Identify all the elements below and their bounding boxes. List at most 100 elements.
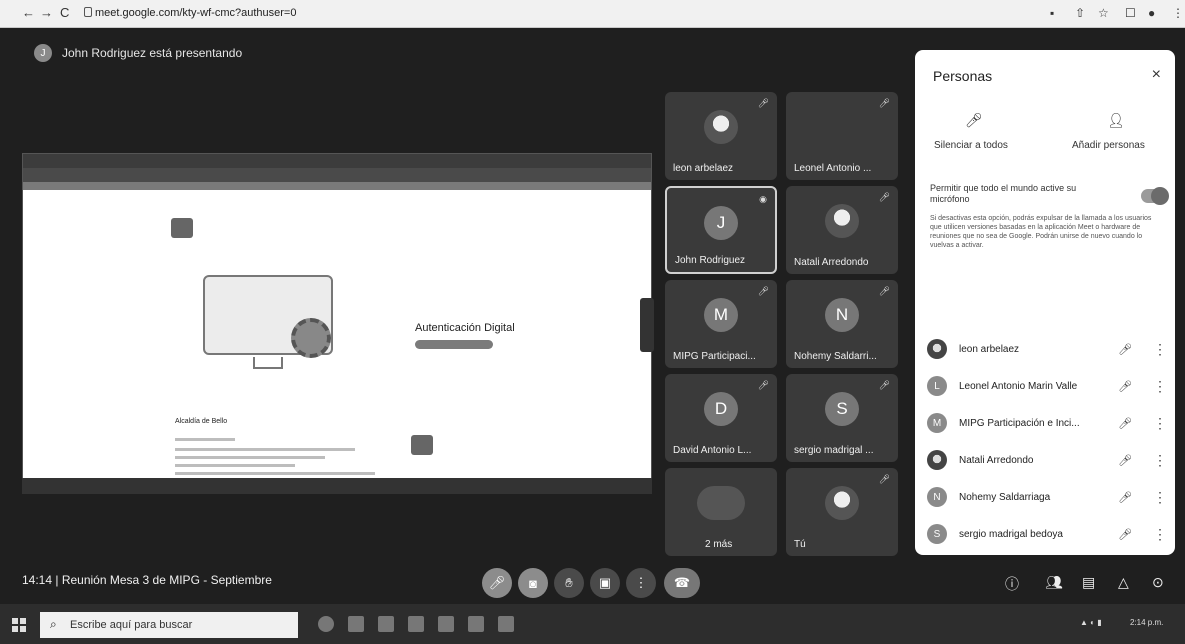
mic-off-icon[interactable]: 🎤︎ xyxy=(1117,380,1133,393)
forward-icon[interactable]: → xyxy=(40,5,53,20)
shared-side-toolbar xyxy=(640,298,654,352)
list-item[interactable]: N Nohemy Saldarriaga 🎤︎ ⋮ xyxy=(927,481,1167,513)
add-person-icon[interactable]: 👤︎ xyxy=(1107,112,1125,129)
tile-name: Tú xyxy=(794,539,806,550)
mic-off-icon[interactable]: 🎤︎ xyxy=(1117,528,1133,541)
mic-off-icon: 🎤︎ xyxy=(878,474,890,484)
participant-tile[interactable]: 🎤︎ Leonel Antonio ... xyxy=(786,92,898,180)
more-icon[interactable]: ⋮ xyxy=(1153,378,1167,395)
more-participants-tile[interactable]: 2 más xyxy=(665,468,777,556)
participant-tile[interactable]: 🎤︎ leon arbelaez xyxy=(665,92,777,180)
taskbar-search[interactable]: ⌕ Escribe aquí para buscar xyxy=(40,612,298,638)
list-item[interactable]: L Leonel Antonio Marin Valle 🎤︎ ⋮ xyxy=(927,370,1167,402)
info-icon[interactable]: ⓘ xyxy=(1005,574,1019,594)
file-explorer-icon[interactable] xyxy=(348,616,364,632)
store-icon[interactable] xyxy=(378,616,394,632)
tab-icon[interactable]: ☐ xyxy=(1125,6,1136,20)
more-icon[interactable]: ⋮ xyxy=(1153,452,1167,469)
more-options-button[interactable]: ⋮ xyxy=(626,568,656,598)
back-icon[interactable]: ← xyxy=(22,5,35,20)
avatar: J xyxy=(704,206,738,240)
list-item[interactable]: S sergio madrigal bedoya 🎤︎ ⋮ xyxy=(927,518,1167,550)
app-icon[interactable] xyxy=(498,616,514,632)
mic-button[interactable]: 🎤︎ xyxy=(482,568,512,598)
app-icon[interactable] xyxy=(468,616,484,632)
list-item[interactable]: leon arbelaez 🎤︎ ⋮ xyxy=(927,333,1167,365)
tile-name: David Antonio L... xyxy=(673,445,752,456)
app-icon[interactable] xyxy=(438,616,454,632)
mic-off-icon[interactable]: 🎤︎ xyxy=(1117,417,1133,430)
avatar xyxy=(825,486,859,520)
speaking-icon: ◉ xyxy=(759,194,767,204)
avatar: M xyxy=(704,298,738,332)
document-line xyxy=(175,464,295,467)
mic-off-icon[interactable]: 🎤︎ xyxy=(1117,491,1133,504)
activities-icon[interactable]: △ xyxy=(1118,574,1129,591)
tile-name: leon arbelaez xyxy=(673,163,734,174)
tile-name: sergio madrigal ... xyxy=(794,445,874,456)
participant-tile[interactable]: J ◉ John Rodriguez xyxy=(665,186,777,274)
lock-host-icon[interactable]: ⊙ xyxy=(1152,574,1164,591)
participant-tile[interactable]: S 🎤︎ sergio madrigal ... xyxy=(786,374,898,462)
mail-icon[interactable] xyxy=(408,616,424,632)
presenter-avatar: J xyxy=(34,44,52,62)
leave-call-button[interactable]: ☎︎ xyxy=(664,568,700,598)
mic-off-icon: 🎤︎ xyxy=(878,192,890,202)
more-icon: ⋮ xyxy=(634,575,648,590)
tile-name: 2 más xyxy=(705,539,733,550)
search-input[interactable]: Escribe aquí para buscar xyxy=(70,619,192,631)
document-line xyxy=(175,448,355,451)
person-name: Nohemy Saldarriaga xyxy=(959,491,1051,503)
close-icon[interactable]: × xyxy=(1152,66,1161,84)
add-people-button[interactable]: Añadir personas xyxy=(1072,140,1145,151)
gear-illustration xyxy=(291,318,331,358)
profile-icon[interactable]: ● xyxy=(1148,6,1155,20)
allow-mic-label: Permitir que todo el mundo active su mic… xyxy=(930,183,1077,204)
menu-icon[interactable]: ⋮ xyxy=(1172,6,1184,20)
raise-hand-button[interactable]: ✋︎ xyxy=(554,568,584,598)
star-icon[interactable]: ☆ xyxy=(1098,6,1109,20)
mic-off-icon: 🎤︎ xyxy=(757,380,769,390)
mic-off-icon: 🎤︎ xyxy=(757,98,769,108)
system-tray[interactable]: ▲ ◐ ▮ xyxy=(1080,618,1102,627)
mic-off-icon[interactable]: 🎤︎ xyxy=(1117,343,1133,356)
windows-start-icon[interactable] xyxy=(12,618,26,632)
browser-app-icon[interactable] xyxy=(318,616,334,632)
phone-hangup-icon: ☎︎ xyxy=(673,575,691,590)
camera-icon[interactable]: ▪ xyxy=(1050,6,1054,20)
document-logo xyxy=(171,218,193,238)
clock[interactable]: 2:14 p.m. xyxy=(1130,618,1163,627)
self-tile[interactable]: 🎤︎ Tú xyxy=(786,468,898,556)
mic-off-icon[interactable]: 🎤︎ xyxy=(1117,454,1133,467)
reload-icon[interactable]: C xyxy=(60,5,69,20)
chat-icon[interactable]: ▤ xyxy=(1082,574,1095,591)
allow-mic-toggle[interactable] xyxy=(1141,187,1169,205)
mute-all-button[interactable]: Silenciar a todos xyxy=(934,140,1008,151)
avatar xyxy=(704,110,738,144)
camera-button[interactable]: ◙ xyxy=(518,568,548,598)
participant-tile[interactable]: N 🎤︎ Nohemy Saldarri... xyxy=(786,280,898,368)
share-icon[interactable]: ⇧ xyxy=(1075,6,1085,20)
panel-title: Personas xyxy=(933,68,993,84)
document-line xyxy=(175,438,235,441)
more-icon[interactable]: ⋮ xyxy=(1153,415,1167,432)
shared-browser-bar xyxy=(23,182,651,190)
mute-all-icon[interactable]: 🎤︎ xyxy=(965,112,983,129)
tile-name: Natali Arredondo xyxy=(794,257,869,268)
document-line xyxy=(175,472,375,475)
avatar: S xyxy=(825,392,859,426)
participant-tile[interactable]: D 🎤︎ David Antonio L... xyxy=(665,374,777,462)
participant-tile[interactable]: 🎤︎ Natali Arredondo xyxy=(786,186,898,274)
more-icon[interactable]: ⋮ xyxy=(1153,341,1167,358)
hand-icon: ✋︎ xyxy=(565,575,573,590)
avatar: M xyxy=(927,413,947,433)
avatar-group xyxy=(697,486,745,520)
people-icon[interactable]: 👥︎ xyxy=(1045,574,1063,591)
participant-tile[interactable]: M 🎤︎ MIPG Participaci... xyxy=(665,280,777,368)
address-bar[interactable]: meet.google.com/kty-wf-cmc?authuser=0 xyxy=(95,7,296,19)
more-icon[interactable]: ⋮ xyxy=(1153,526,1167,543)
list-item[interactable]: Natali Arredondo 🎤︎ ⋮ xyxy=(927,444,1167,476)
list-item[interactable]: M MIPG Participación e Inci... 🎤︎ ⋮ xyxy=(927,407,1167,439)
more-icon[interactable]: ⋮ xyxy=(1153,489,1167,506)
present-button[interactable]: ▣ xyxy=(590,568,620,598)
